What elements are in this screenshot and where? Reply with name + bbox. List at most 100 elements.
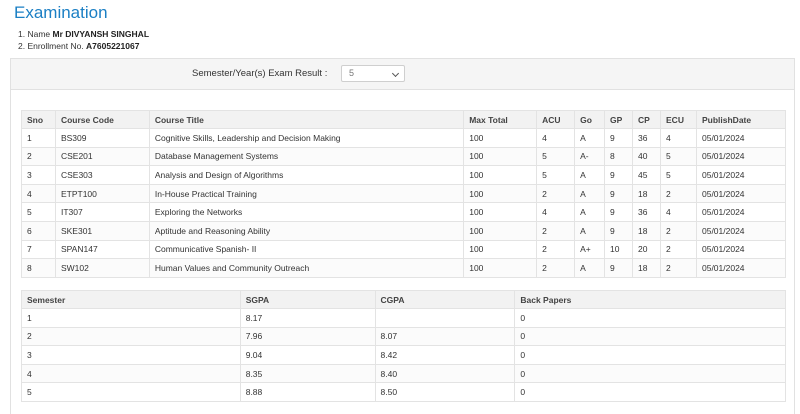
table-cell: 2	[536, 239, 576, 260]
table-cell: 9	[604, 202, 634, 222]
semester-row: 3 9.04 8.42 0	[21, 345, 786, 365]
table-cell: 100	[463, 165, 538, 185]
table-cell: 8.17	[239, 308, 376, 328]
table-cell: 05/01/2024	[695, 220, 787, 241]
table-cell: 0	[514, 308, 786, 328]
table-cell: 18	[632, 258, 662, 278]
semester-row: 5 8.88 8.50 0	[21, 382, 786, 402]
table-cell: 100	[463, 220, 538, 241]
table-cell: 36	[632, 202, 662, 222]
table-cell: 2	[536, 220, 576, 241]
semester-select[interactable]: 5	[341, 65, 405, 82]
table-cell: 100	[463, 146, 538, 167]
enrollment-label: 2. Enrollment No.	[18, 41, 87, 51]
semester-select-label: Semester/Year(s) Exam Result :	[192, 68, 328, 79]
table-cell: Cognitive Skills, Leadership and Decisio…	[148, 128, 465, 148]
table-cell: CSE303	[54, 165, 150, 185]
table-cell: 4	[536, 128, 576, 148]
table-cell: 10	[604, 239, 634, 260]
course-row: 3 CSE303 Analysis and Design of Algorithms…	[21, 165, 787, 185]
enrollment-number: A7605221067	[86, 41, 140, 51]
table-cell: 100	[463, 202, 538, 222]
semester-select-value: 5	[349, 68, 355, 78]
column-header: SGPA	[239, 290, 376, 309]
table-cell	[374, 308, 516, 328]
table-cell: 9	[604, 128, 634, 148]
enrollment-line: 2. Enrollment No. A7605221067	[18, 40, 149, 52]
table-cell: In-House Practical Training	[148, 183, 465, 204]
table-cell: SKE301	[54, 220, 150, 241]
table-cell: 0	[514, 382, 786, 402]
table-cell: 1	[21, 308, 241, 328]
table-cell: 5	[21, 382, 241, 402]
table-cell: 3	[21, 345, 241, 365]
course-row: 4 ETPT100 In-House Practical Training 100 2 A…	[21, 183, 787, 204]
course-row: 1 BS309 Cognitive Skills, Leadership and D…	[21, 128, 787, 148]
column-header: CP	[632, 110, 662, 129]
table-cell: A	[574, 220, 606, 241]
table-cell: Database Management Systems	[148, 146, 465, 167]
table-cell: 9	[604, 220, 634, 241]
course-row: 6 SKE301 Aptitude and Reasoning Ability 100…	[21, 220, 787, 241]
table-cell: Communicative Spanish- II	[148, 239, 465, 260]
semester-row: 1 8.17 0	[21, 308, 786, 328]
column-header: ACU	[536, 110, 576, 129]
table-cell: 0	[514, 326, 786, 347]
table-cell: 05/01/2024	[695, 183, 787, 204]
table-cell: 5	[21, 202, 56, 222]
table-cell: A	[574, 258, 606, 278]
table-cell: 5	[536, 165, 576, 185]
table-cell: 7	[21, 239, 56, 260]
table-cell: 4	[536, 202, 576, 222]
table-cell: Human Values and Community Outreach	[148, 258, 465, 278]
table-cell: 9	[604, 165, 634, 185]
table-cell: 45	[632, 165, 662, 185]
table-cell: 100	[463, 183, 538, 204]
table-cell: 0	[514, 363, 786, 384]
table-cell: 18	[632, 183, 662, 204]
table-cell: 100	[463, 239, 538, 260]
student-name-line: 1. Name Mr DIVYANSH SINGHAL	[18, 28, 149, 40]
column-header: Course Title	[148, 110, 465, 129]
table-cell: 2	[536, 183, 576, 204]
semester-row: 2 7.96 8.07 0	[21, 326, 786, 347]
table-cell: BS309	[54, 128, 150, 148]
table-cell: A	[574, 128, 606, 148]
course-results-table: Sno Course Code Course Title Max Total ACU Go…	[21, 110, 787, 278]
table-cell: 2	[660, 220, 697, 241]
column-header: Max Total	[463, 110, 538, 129]
table-cell: A+	[574, 239, 606, 260]
table-cell: Exploring the Networks	[148, 202, 465, 222]
student-name: Mr DIVYANSH SINGHAL	[52, 29, 150, 39]
column-header: Back Papers	[514, 290, 786, 309]
table-cell: 8.35	[239, 363, 376, 384]
table-cell: 05/01/2024	[695, 202, 787, 222]
table-cell: 8.42	[374, 345, 516, 365]
table-cell: 9	[604, 183, 634, 204]
table-cell: A-	[574, 146, 606, 167]
table-cell: ETPT100	[54, 183, 150, 204]
table-cell: 05/01/2024	[695, 239, 787, 260]
table-cell: 4	[660, 202, 697, 222]
column-header: Semester	[21, 290, 241, 309]
table-cell: 4	[660, 128, 697, 148]
course-row: 2 CSE201 Database Management Systems 100 5 A-…	[21, 146, 787, 167]
name-label: 1. Name	[18, 29, 53, 39]
table-cell: Analysis and Design of Algorithms	[148, 165, 465, 185]
table-cell: 2	[660, 183, 697, 204]
chevron-down-icon	[391, 69, 400, 78]
course-table-body: 1 BS309 Cognitive Skills, Leadership and D…	[21, 128, 787, 278]
column-header: Go	[574, 110, 606, 129]
table-cell: 05/01/2024	[695, 258, 787, 278]
table-cell: 4	[21, 363, 241, 384]
summary-table-body: 1 8.17 0 2 7.96 8.07 0 3 9.04 8.42 0 4 8.35 8.40 0 5 8.8…	[21, 308, 786, 402]
table-cell: 6	[21, 220, 56, 241]
table-cell: 8.88	[239, 382, 376, 402]
table-cell: 5	[536, 146, 576, 167]
column-header: Course Code	[54, 110, 150, 129]
table-cell: 5	[660, 165, 697, 185]
table-cell: 05/01/2024	[695, 146, 787, 167]
course-row: 5 IT307 Exploring the Networks 100 4 A 9 36 4 05/…	[21, 202, 787, 222]
table-cell: 2	[536, 258, 576, 278]
table-cell: 40	[632, 146, 662, 167]
